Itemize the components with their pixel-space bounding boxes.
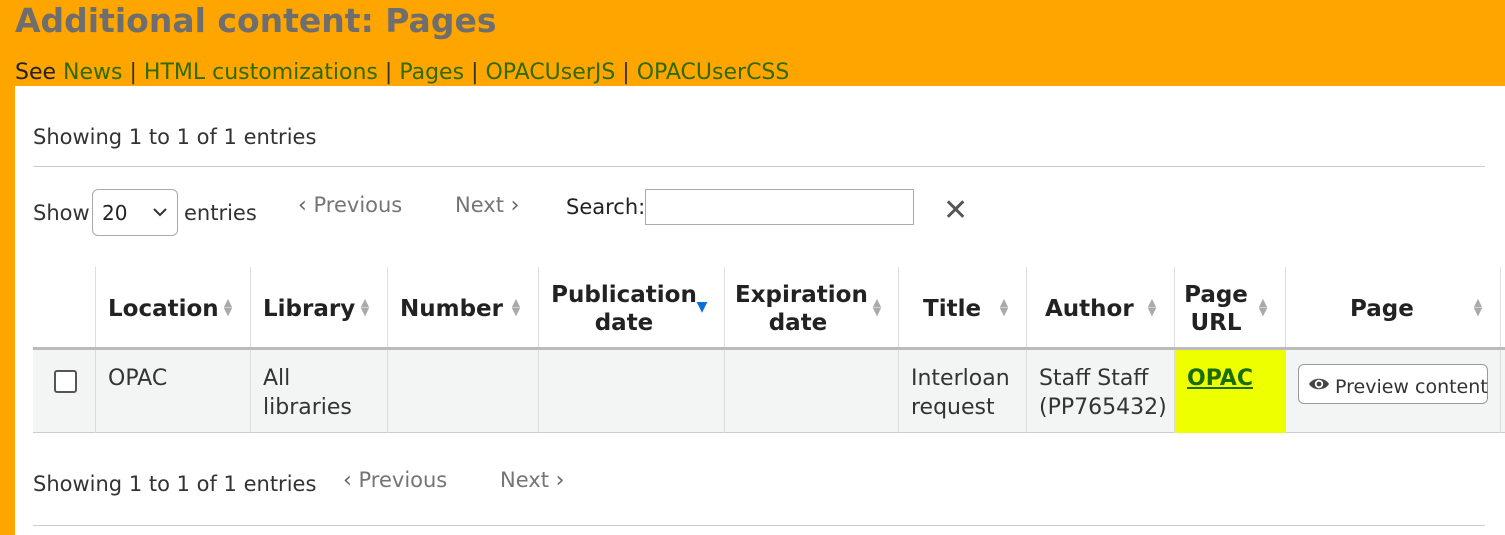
- column-label: Page URL: [1181, 281, 1251, 337]
- search-input[interactable]: [645, 189, 914, 225]
- sort-both-icon: ▲ ▼: [872, 296, 882, 318]
- next-label: Next: [455, 193, 504, 217]
- next-button-bottom[interactable]: Next ›: [500, 468, 564, 493]
- column-label-line1: Publication: [551, 282, 697, 308]
- separator: |: [471, 60, 479, 85]
- sort-both-icon: ▲ ▼: [1473, 296, 1483, 318]
- cell-author: Staff Staff (PP765432): [1027, 350, 1175, 433]
- cell-page-url: OPAC: [1175, 350, 1286, 433]
- column-label: Location: [108, 296, 219, 322]
- column-label-line1: Expiration: [735, 282, 868, 308]
- column-author[interactable]: Author ▲ ▼: [1027, 267, 1175, 350]
- table-info-bottom: Showing 1 to 1 of 1 entries: [33, 472, 317, 496]
- cell-text: OPAC: [108, 366, 168, 391]
- sort-both-icon: ▲ ▼: [1147, 296, 1157, 318]
- sort-both-icon: ▲ ▼: [360, 296, 370, 318]
- cell-text: OPAC: [1187, 364, 1253, 393]
- cell-text: Interloan request: [911, 364, 1010, 422]
- sort-both-icon: ▲ ▼: [223, 296, 233, 318]
- chevron-left-icon: ‹: [298, 193, 307, 218]
- sort-both-icon: ▲ ▼: [511, 296, 521, 318]
- previous-button[interactable]: ‹ Previous: [298, 193, 402, 218]
- column-label-line2: date: [768, 310, 828, 336]
- column-library[interactable]: Library ▲ ▼: [251, 267, 388, 350]
- column-label: Library: [263, 296, 356, 322]
- column-title[interactable]: Title ▲ ▼: [899, 267, 1027, 350]
- sort-both-icon: ▲ ▼: [1258, 296, 1268, 318]
- column-label-line1: Page: [1184, 282, 1248, 308]
- next-button[interactable]: Next ›: [455, 193, 519, 218]
- divider: [33, 525, 1485, 526]
- table-info-top: Showing 1 to 1 of 1 entries: [33, 125, 317, 149]
- page-size-select[interactable]: 20: [92, 189, 178, 236]
- separator: |: [384, 60, 393, 85]
- cell-text-line1: Interloan: [911, 366, 1010, 391]
- separator: |: [129, 60, 137, 85]
- column-page-url[interactable]: Page URL ▲ ▼: [1175, 267, 1286, 350]
- column-label: Author: [1045, 296, 1134, 322]
- preview-content-label: Preview content: [1335, 376, 1488, 398]
- cell-title: Interloan request: [899, 350, 1027, 433]
- cell-text: Staff Staff (PP765432): [1039, 364, 1167, 422]
- chevron-right-icon: ›: [510, 193, 520, 218]
- column-number[interactable]: Number ▲ ▼: [388, 267, 539, 350]
- column-label-line2: URL: [1190, 310, 1242, 336]
- cell-page: Preview content: [1286, 350, 1501, 433]
- cell-number: [388, 350, 539, 433]
- cell-text-line2: (PP765432): [1039, 395, 1167, 420]
- show-label: Show: [33, 201, 90, 225]
- link-opacusercss[interactable]: OPACUserCSS: [637, 60, 790, 85]
- cell-publication-date: [539, 350, 725, 433]
- close-icon[interactable]: ✕: [943, 196, 968, 226]
- page-size-value: 20: [102, 201, 128, 225]
- next-label: Next: [500, 468, 549, 492]
- previous-label: Previous: [313, 193, 403, 217]
- link-news[interactable]: News: [63, 60, 122, 85]
- see-prefix: See: [15, 60, 57, 85]
- previous-button-bottom[interactable]: ‹ Previous: [343, 468, 447, 493]
- entries-label: entries: [184, 201, 257, 225]
- chevron-down-icon: [153, 202, 167, 221]
- row-select-cell: [33, 350, 96, 433]
- sort-desc-icon: ▼: [696, 299, 708, 315]
- cell-text-line2: request: [911, 395, 995, 420]
- eye-icon: [1308, 374, 1330, 403]
- cell-expiration-date: [725, 350, 899, 433]
- link-opacuserjs[interactable]: OPACUserJS: [485, 60, 615, 85]
- preview-content-button[interactable]: Preview content: [1298, 364, 1488, 404]
- column-label-line2: date: [594, 310, 654, 336]
- cell-library: All libraries: [251, 350, 388, 433]
- link-html-customizations[interactable]: HTML customizations: [144, 60, 378, 85]
- chevron-right-icon: ›: [555, 468, 565, 493]
- page-title: Additional content: Pages: [15, 1, 497, 40]
- divider: [33, 166, 1485, 167]
- sort-both-icon: ▲ ▼: [999, 296, 1009, 318]
- column-label: Expiration date: [735, 281, 868, 337]
- cell-text-line1: Staff Staff: [1039, 366, 1149, 391]
- column-location[interactable]: Location ▲ ▼: [96, 267, 251, 350]
- column-select: [33, 267, 96, 350]
- previous-label: Previous: [358, 468, 448, 492]
- cell-location: OPAC: [96, 350, 251, 433]
- see-also-links: See News | HTML customizations | Pages |…: [15, 58, 789, 88]
- cell-text-line1: All: [263, 366, 291, 391]
- column-label: Page: [1350, 296, 1414, 322]
- column-publication-date[interactable]: Publication date ▼: [539, 267, 725, 350]
- cell-text: All libraries: [263, 364, 352, 422]
- column-label: Publication date: [551, 281, 697, 337]
- separator: |: [622, 60, 630, 85]
- search-label: Search:: [566, 195, 646, 219]
- link-pages[interactable]: Pages: [399, 60, 464, 85]
- page-url-link[interactable]: OPAC: [1187, 366, 1253, 391]
- column-page[interactable]: Page ▲ ▼: [1286, 267, 1501, 350]
- column-expiration-date[interactable]: Expiration date ▲ ▼: [725, 267, 899, 350]
- row-checkbox[interactable]: [54, 370, 77, 393]
- cell-text-line2: libraries: [263, 395, 352, 420]
- chevron-left-icon: ‹: [343, 468, 352, 493]
- column-label: Title: [923, 296, 982, 322]
- column-label: Number: [400, 296, 503, 322]
- pages-table-panel: Showing 1 to 1 of 1 entries Show 20 entr…: [15, 86, 1505, 535]
